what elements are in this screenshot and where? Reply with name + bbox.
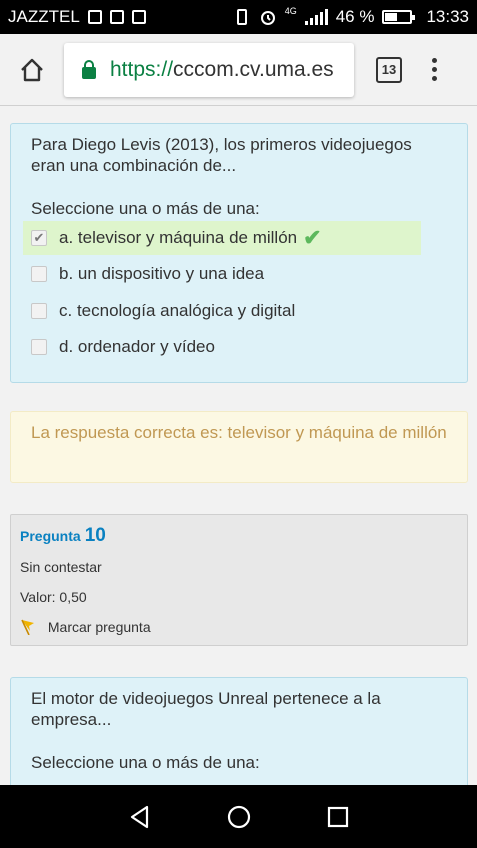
vibrate-icon [236,9,247,25]
recents-icon[interactable] [325,804,351,830]
mail-notification-icon [109,10,124,24]
question-value: Valor: 0,50 [20,589,87,605]
question-text: El motor de videojuegos Unreal pertenece… [31,689,381,729]
tab-switcher-button[interactable]: 13 [376,56,402,83]
answer-option-c[interactable]: c. tecnología analógica y digital [23,294,421,328]
status-bar: JAZZTEL 4G 46 % 13:33 [0,0,477,34]
url-host: cccom.cv.uma.es [173,57,334,81]
alarm-icon [260,11,275,25]
checkbox-checked[interactable]: ✔ [31,230,47,246]
flag-question-link[interactable]: Marcar pregunta [20,619,458,635]
page-content: Para Diego Levis (2013), los primeros vi… [0,107,477,785]
battery-icon [382,10,416,24]
keyboard-notification-icon [131,10,146,24]
carrier-name: JAZZTEL [8,7,80,26]
overflow-menu-button[interactable] [432,58,437,81]
question-number: 10 [84,525,106,546]
answer-option-d[interactable]: d. ordenador y vídeo [23,330,421,364]
checkbox[interactable] [31,339,47,355]
answer-option-a[interactable]: ✔ a. televisor y máquina de millón ✔ [23,221,421,255]
question-label: Pregunta [20,528,81,544]
correct-check-icon: ✔ [303,225,322,250]
url-bar[interactable]: https://cccom.cv.uma.es [64,42,354,97]
answer-prompt: Seleccione una o más de una: [31,199,260,218]
answer-label: c. tecnología analógica y digital [59,301,296,320]
signal-icon [304,9,328,25]
answer-label: d. ordenador y vídeo [59,337,215,356]
answer-label: a. televisor y máquina de millón [59,228,298,247]
checkbox[interactable] [31,303,47,319]
home-nav-icon[interactable] [226,804,252,830]
flag-label: Marcar pregunta [47,619,151,635]
question-status: Sin contestar [20,559,102,575]
flag-icon [21,619,34,635]
question-box: El motor de videojuegos Unreal pertenece… [10,677,468,785]
checkbox[interactable] [31,266,47,282]
answer-list: ✔ a. televisor y máquina de millón ✔ b. … [23,221,421,364]
battery-percent: 46 % [335,7,375,26]
navigation-bar [0,785,477,848]
image-notification-icon [87,10,102,24]
home-button[interactable] [0,34,64,106]
question-text: Para Diego Levis (2013), los primeros vi… [31,135,412,175]
tab-count: 13 [381,62,397,77]
network-type: 4G [284,6,297,16]
question-info-panel: Pregunta 10 Sin contestar Valor: 0,50 Mar… [10,514,468,646]
clock: 13:33 [426,7,469,26]
home-icon [21,58,43,81]
answer-label: b. un dispositivo y una idea [59,264,265,283]
feedback-text: La respuesta correcta es: televisor y má… [31,423,447,442]
back-icon[interactable] [127,804,153,830]
url-scheme: https:// [110,57,174,81]
lock-icon [82,59,96,79]
answer-option-b[interactable]: b. un dispositivo y una idea [23,257,421,291]
correct-answer-feedback: La respuesta correcta es: televisor y má… [10,411,468,483]
answer-prompt: Seleccione una o más de una: [31,753,260,772]
browser-toolbar: https://cccom.cv.uma.es 13 [0,34,477,106]
question-box: Para Diego Levis (2013), los primeros vi… [10,123,468,383]
